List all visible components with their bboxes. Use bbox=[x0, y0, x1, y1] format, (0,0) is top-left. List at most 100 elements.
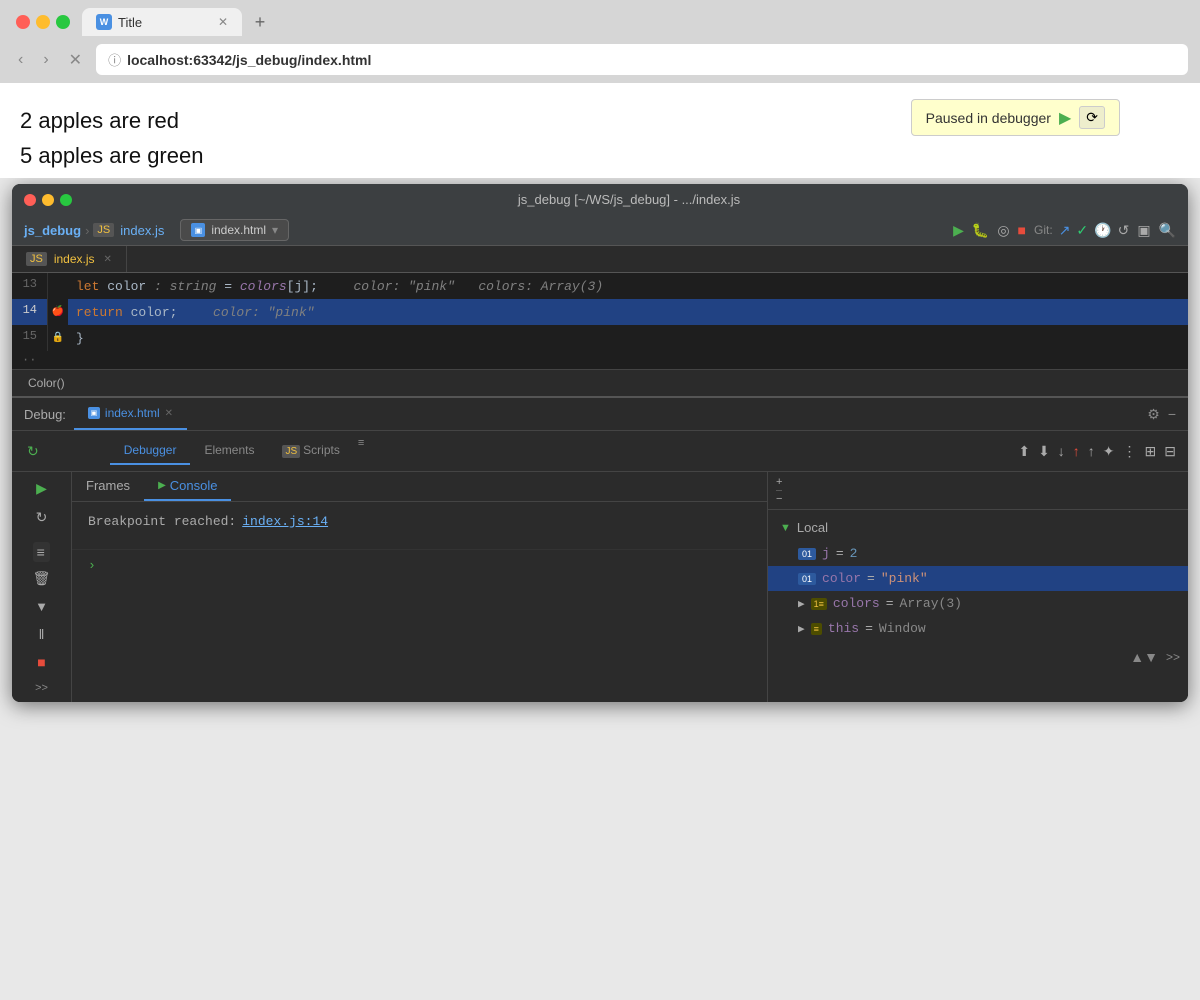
breakpoint-link[interactable]: index.js:14 bbox=[242, 514, 328, 529]
back-button[interactable]: ‹ bbox=[12, 49, 29, 71]
ide-tl-green[interactable] bbox=[60, 194, 72, 206]
scroll-down-icon[interactable]: ▼ bbox=[1144, 649, 1158, 665]
coverage-icon[interactable]: ◎ bbox=[997, 222, 1009, 239]
var-row-j[interactable]: 01 j = 2 bbox=[768, 541, 1188, 566]
elements-subtab[interactable]: Elements bbox=[190, 437, 268, 465]
layout-debug-icon[interactable]: ⊟ bbox=[1164, 443, 1176, 460]
colors-ref: colors bbox=[240, 279, 287, 294]
gutter-13 bbox=[48, 273, 68, 299]
debugger-paused-badge: Paused in debugger ▶ ⟳ bbox=[911, 99, 1120, 136]
forward-button[interactable]: › bbox=[37, 49, 54, 71]
var-row-this[interactable]: ▶ ≡ this = Window bbox=[768, 616, 1188, 641]
tab-title: Title bbox=[118, 15, 142, 30]
table-icon[interactable]: ⊞ bbox=[1145, 443, 1157, 460]
run-config-dropdown[interactable]: ▾ bbox=[272, 223, 278, 237]
editor-tab-indexjs[interactable]: JS index.js ✕ bbox=[12, 246, 127, 272]
frames-tab[interactable]: Frames bbox=[72, 472, 144, 501]
var-eq-this: = bbox=[865, 621, 873, 636]
address-bar: ‹ › ✕ ⓘ localhost:63342/js_debug/index.h… bbox=[0, 36, 1200, 83]
step-back-icon[interactable]: ↑ bbox=[1073, 443, 1080, 459]
step-into-icon[interactable]: ⬇ bbox=[1038, 443, 1050, 460]
var-row-colors[interactable]: ▶ 1≡ colors = Array(3) bbox=[768, 591, 1188, 616]
browser-tl-green[interactable] bbox=[56, 15, 70, 29]
close-nav-button[interactable]: ✕ bbox=[63, 48, 88, 72]
var-row-color[interactable]: 01 color = "pink" bbox=[768, 566, 1188, 591]
layout-icon[interactable]: ▣ bbox=[1137, 222, 1150, 239]
resume-debug-btn[interactable]: ▶ bbox=[36, 480, 47, 497]
ide-traffic-lights bbox=[24, 194, 72, 206]
var-badge-color: 01 bbox=[798, 573, 816, 585]
step-over-icon[interactable]: ⬆ bbox=[1018, 443, 1030, 460]
var-key-this: this bbox=[828, 621, 859, 636]
add-variable-icon[interactable]: + bbox=[776, 476, 782, 488]
editor-tabs: JS index.js ✕ bbox=[12, 246, 1188, 273]
filter-btn[interactable]: ▼ bbox=[35, 599, 48, 614]
new-tab-button[interactable]: + bbox=[246, 8, 274, 36]
debug-left-sidebar: ▶ ↻ ≡ 🗑 ▼ ‖ ■ >> bbox=[12, 472, 72, 702]
tab-bar: W Title ✕ + bbox=[0, 0, 1200, 36]
run-to-cursor-icon[interactable]: ↑ bbox=[1088, 443, 1095, 459]
url-bar[interactable]: ⓘ localhost:63342/js_debug/index.html bbox=[96, 44, 1188, 75]
console-prompt[interactable]: › bbox=[72, 549, 767, 581]
page-line-2: 5 apples are green bbox=[20, 138, 1180, 173]
editor-tab-close[interactable]: ✕ bbox=[104, 254, 112, 265]
mute-btn[interactable]: 🗑 bbox=[33, 570, 51, 587]
local-header[interactable]: ▼ Local bbox=[768, 514, 1188, 541]
local-expand-arrow: ▼ bbox=[780, 522, 791, 534]
code-editor: 13 let color : string = colors [j]; colo… bbox=[12, 273, 1188, 369]
watch-icon[interactable]: ⋮ bbox=[1123, 443, 1137, 460]
stop-button[interactable]: ⟳ bbox=[1079, 106, 1105, 129]
step-debug-btn[interactable]: ↻ bbox=[36, 509, 48, 526]
git-history-icon[interactable]: 🕐 bbox=[1094, 222, 1111, 239]
browser-tl-yellow[interactable] bbox=[36, 15, 50, 29]
frames-content: Breakpoint reached: index.js:14 bbox=[72, 502, 767, 541]
run-config-label: index.html bbox=[211, 223, 266, 237]
git-revert-icon[interactable]: ↺ bbox=[1118, 222, 1130, 239]
more-debug-btn[interactable]: >> bbox=[35, 682, 48, 694]
stop-debug-btn[interactable]: ■ bbox=[37, 654, 45, 670]
run-icon[interactable]: ▶ bbox=[953, 222, 964, 239]
refresh-icon[interactable]: ↻ bbox=[24, 440, 42, 463]
debugger-subtab[interactable]: Debugger bbox=[110, 437, 191, 465]
step-out-icon[interactable]: ↓ bbox=[1058, 443, 1065, 459]
line-num-13: 13 bbox=[12, 273, 48, 299]
breakpoint-indicator: 🍎 bbox=[52, 306, 64, 318]
debug-minimize-icon[interactable]: − bbox=[1168, 406, 1176, 422]
scripts-subtab[interactable]: JSScripts bbox=[268, 437, 353, 465]
browser-tab-active[interactable]: W Title ✕ bbox=[82, 8, 242, 36]
tab-favicon: W bbox=[96, 14, 112, 30]
scripts-tab-label: Scripts bbox=[303, 443, 340, 457]
remove-variable-icon[interactable]: − bbox=[776, 490, 782, 505]
git-push-icon[interactable]: ↗ bbox=[1059, 222, 1071, 239]
search-icon[interactable]: 🔍 bbox=[1159, 222, 1176, 239]
more-vars-icon[interactable]: >> bbox=[1166, 650, 1180, 664]
debug-settings-icon[interactable]: ⚙ bbox=[1147, 406, 1160, 423]
inline-comment-14: color: "pink" bbox=[177, 305, 314, 320]
pause-btn[interactable]: ‖ bbox=[39, 626, 45, 642]
tab-close-button[interactable]: ✕ bbox=[218, 15, 228, 29]
evaluate-icon[interactable]: ✦ bbox=[1103, 443, 1115, 460]
debug-content: ▶ ↻ ≡ 🗑 ▼ ‖ ■ >> Frames bbox=[12, 472, 1188, 702]
debug-tab-close[interactable]: ✕ bbox=[165, 408, 173, 419]
browser-tl-red[interactable] bbox=[16, 15, 30, 29]
debug-tab-indexhtml[interactable]: ▣ index.html ✕ bbox=[74, 398, 187, 430]
browser-traffic-lights bbox=[8, 11, 78, 33]
local-label: Local bbox=[797, 520, 828, 535]
run-config[interactable]: ▣ index.html ▾ bbox=[180, 219, 289, 241]
debug-tabs-bar: Debug: ▣ index.html ✕ ⚙ − bbox=[12, 398, 1188, 431]
breadcrumb: js_debug › JS index.js bbox=[24, 223, 164, 238]
this-expand-icon: ▶ bbox=[798, 622, 805, 636]
debug-icon[interactable]: 🐛 bbox=[972, 222, 989, 239]
resume-button[interactable]: ▶ bbox=[1059, 108, 1071, 128]
debug-subtabs: Debugger Elements JSScripts ≡ bbox=[110, 437, 369, 465]
more-tabs-icon[interactable]: ≡ bbox=[354, 437, 368, 465]
ide-tl-yellow[interactable] bbox=[42, 194, 54, 206]
stop-icon[interactable]: ■ bbox=[1018, 222, 1026, 238]
step-into-debug-btn[interactable]: ≡ bbox=[33, 542, 51, 562]
scroll-up-icon[interactable]: ▲ bbox=[1130, 649, 1144, 665]
variables-panel: + − ▼ Local 01 j bbox=[768, 472, 1188, 702]
console-tab[interactable]: ▶ Console bbox=[144, 472, 231, 501]
ide-tl-red[interactable] bbox=[24, 194, 36, 206]
git-check-icon[interactable]: ✓ bbox=[1076, 222, 1088, 239]
line-num-14: 14 bbox=[12, 299, 48, 325]
